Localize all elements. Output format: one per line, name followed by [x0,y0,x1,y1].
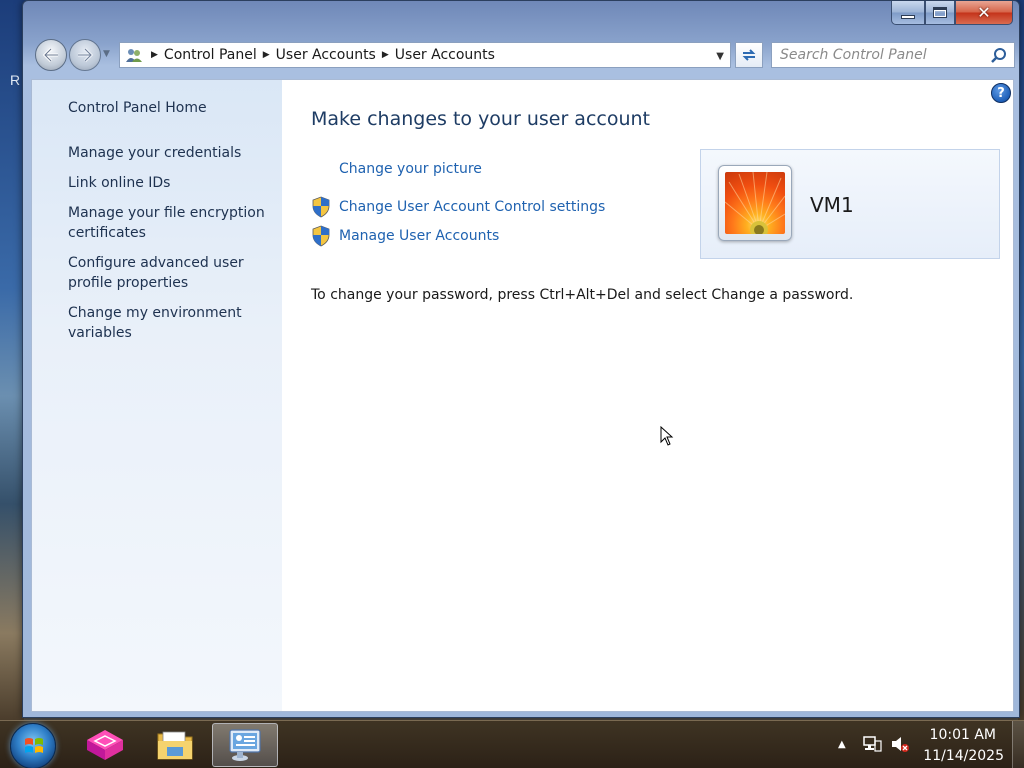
forward-arrow-icon [78,48,93,62]
sidebar-item-manage-credentials[interactable]: Manage your credentials [68,143,268,163]
address-bar[interactable]: ▶ Control Panel ▶ User Accounts ▶ User A… [119,42,731,68]
start-button[interactable] [10,723,56,768]
breadcrumb-user-accounts[interactable]: User Accounts [276,47,376,63]
main-panel: ? Make changes to your user account Chan… [282,80,1015,711]
refresh-icon [742,49,756,61]
taskbar-app-pink-cube[interactable] [74,723,136,767]
pink-cube-app-icon [87,730,123,760]
content-area: Control Panel Home Manage your credentia… [31,79,1014,712]
show-desktop-button[interactable] [1012,721,1024,768]
uac-shield-icon [312,225,330,247]
network-icon[interactable] [862,735,882,753]
sidebar-item-advanced-profile-properties[interactable]: Configure advanced user profile properti… [68,253,268,293]
password-instructions: To change your password, press Ctrl+Alt+… [311,287,854,303]
navigation-bar: ▼ ▶ Control Panel ▶ User Accounts ▶ User… [33,37,1017,77]
mouse-cursor-icon [660,426,674,446]
avatar[interactable] [718,165,792,241]
change-picture-link[interactable]: Change your picture [339,161,482,177]
folder-icon [157,731,193,760]
search-input[interactable] [772,43,984,67]
page-title: Make changes to your user account [311,108,651,130]
user-accounts-icon [123,44,145,66]
system-tray: ▲ 10:01 AM 11/14/2025 [824,721,1024,768]
breadcrumb-user-accounts-current[interactable]: User Accounts [395,47,495,63]
back-button[interactable] [35,39,67,71]
task-change-picture[interactable]: Change your picture [339,158,482,180]
desktop-icon-label: R [10,72,21,88]
breadcrumb-separator-icon[interactable]: ▶ [263,50,270,60]
show-hidden-icons-button[interactable]: ▲ [838,739,846,750]
flower-picture [725,172,785,234]
maximize-icon [933,7,947,18]
sidebar: Control Panel Home Manage your credentia… [32,80,282,711]
clock-date[interactable]: 11/14/2025 [923,748,1004,764]
address-history-dropdown-icon[interactable]: ▼ [716,51,724,62]
taskbar: ▲ 10:01 AM 11/14/2025 [0,720,1024,768]
help-icon: ? [997,85,1005,101]
task-manage-user-accounts[interactable]: Manage User Accounts [311,225,499,247]
back-arrow-icon [43,48,58,62]
sidebar-item-file-encryption-certificates[interactable]: Manage your file encryption certificates [68,203,268,243]
search-icon[interactable] [990,47,1008,65]
taskbar-control-panel[interactable] [212,723,278,767]
clock-time[interactable]: 10:01 AM [930,727,996,743]
refresh-button[interactable] [735,42,763,68]
taskbar-windows-explorer[interactable] [144,723,206,767]
breadcrumb-separator-icon[interactable]: ▶ [151,50,158,60]
uac-settings-link[interactable]: Change User Account Control settings [339,199,605,215]
close-icon: ✕ [977,3,991,22]
account-name: VM1 [810,193,854,217]
task-uac-settings[interactable]: Change User Account Control settings [311,196,605,218]
desktop-background-left [0,0,24,720]
help-button[interactable]: ? [991,83,1011,103]
manage-user-accounts-link[interactable]: Manage User Accounts [339,228,499,244]
window-caption-buttons: ✕ [891,1,1013,25]
close-button[interactable]: ✕ [955,1,1013,25]
control-panel-window: ✕ ▼ ▶ Control Panel ▶ User Accounts ▶ Us… [22,0,1020,718]
windows-logo-icon [25,738,43,753]
search-box[interactable] [771,42,1015,68]
uac-shield-icon [312,196,330,218]
recent-pages-dropdown[interactable]: ▼ [103,49,110,59]
account-tile: VM1 [700,149,1000,259]
forward-button[interactable] [69,39,101,71]
minimize-icon [901,14,915,19]
volume-muted-icon[interactable] [890,735,910,753]
sidebar-item-control-panel-home[interactable]: Control Panel Home [68,98,268,118]
breadcrumb-separator-icon[interactable]: ▶ [382,50,389,60]
minimize-button[interactable] [891,1,925,25]
maximize-button[interactable] [925,1,955,25]
sidebar-item-link-online-ids[interactable]: Link online IDs [68,173,268,193]
sidebar-item-environment-variables[interactable]: Change my environment variables [68,303,268,343]
control-panel-app-icon [229,729,261,761]
breadcrumb-control-panel[interactable]: Control Panel [164,47,257,63]
